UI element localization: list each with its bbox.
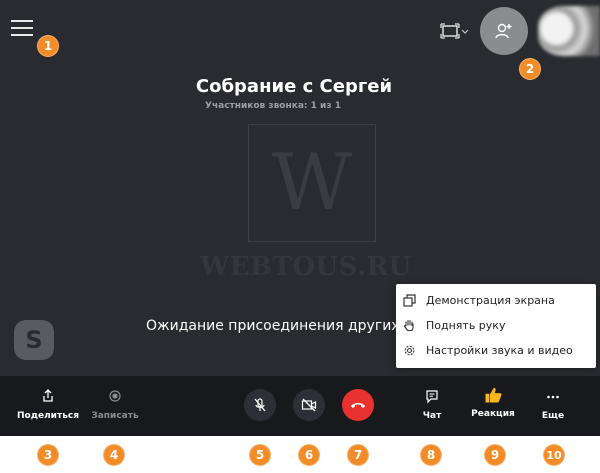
- watermark-box: W: [248, 124, 376, 242]
- callout-badge-1: 1: [37, 35, 59, 57]
- meeting-title: Собрание с Сергей: [195, 76, 393, 97]
- callout-badge-7: 7: [347, 444, 369, 466]
- menu-item-label: Настройки звука и видео: [426, 344, 573, 357]
- camera-toggle-button[interactable]: [293, 389, 325, 421]
- screen-share-icon: [403, 294, 416, 307]
- callout-badge-9: 9: [484, 444, 506, 466]
- hamburger-menu-button[interactable]: [11, 20, 33, 40]
- callout-badge-6: 6: [298, 444, 320, 466]
- add-participant-button[interactable]: [480, 7, 528, 55]
- thumbs-up-icon: [485, 387, 502, 403]
- menu-item-screen-share[interactable]: Демонстрация экрана: [396, 288, 596, 313]
- menu-item-raise-hand[interactable]: Поднять руку: [396, 313, 596, 338]
- chat-button[interactable]: Чат: [417, 376, 447, 436]
- chat-icon: [426, 390, 438, 404]
- share-button[interactable]: Поделиться: [17, 376, 79, 436]
- menu-item-label: Демонстрация экрана: [426, 294, 555, 307]
- callout-badge-4: 4: [103, 444, 125, 466]
- hang-up-button[interactable]: [342, 389, 374, 421]
- share-icon: [43, 389, 53, 402]
- layout-frame-icon: [440, 23, 469, 39]
- callout-badge-10: 10: [543, 444, 565, 466]
- callout-badge-5: 5: [249, 444, 271, 466]
- menu-line-icon: [11, 20, 33, 22]
- callout-badge-3: 3: [37, 444, 59, 466]
- skype-call-window: 1 2 Собрание с Сергей Участников звонка:…: [0, 0, 600, 473]
- menu-line-icon: [11, 34, 33, 36]
- menu-item-audio-video-settings[interactable]: Настройки звука и видео: [396, 338, 596, 363]
- call-stage: 1 2 Собрание с Сергей Участников звонка:…: [0, 0, 600, 376]
- callout-number-strip: 3 4 5 6 7 8 9 10: [0, 436, 600, 473]
- callout-badge-8: 8: [420, 444, 442, 466]
- share-label: Поделиться: [17, 411, 80, 421]
- watermark-letter: W: [271, 138, 353, 228]
- chat-label: Чат: [422, 411, 442, 421]
- waiting-message: Ожидание присоединения других уч: [146, 318, 421, 334]
- more-label: Еще: [541, 411, 565, 421]
- menu-item-label: Поднять руку: [426, 319, 506, 332]
- user-avatar[interactable]: [538, 6, 600, 56]
- record-icon: [109, 390, 121, 402]
- raise-hand-icon: [404, 319, 414, 332]
- more-dots-icon: [547, 395, 559, 399]
- camera-off-icon: [301, 398, 317, 412]
- hang-up-phone-icon: [351, 403, 365, 408]
- reaction-label: Реакция: [471, 409, 515, 419]
- participants-count: Участников звонка: 1 из 1: [205, 101, 341, 111]
- watermark-text: WEBTOUS.RU: [200, 252, 412, 282]
- menu-line-icon: [11, 27, 33, 29]
- more-button[interactable]: Еще: [538, 376, 568, 436]
- skype-logo-icon: S: [14, 320, 54, 360]
- record-button[interactable]: Записать: [91, 376, 139, 436]
- record-label: Записать: [91, 411, 139, 421]
- reaction-button[interactable]: Реакция: [470, 376, 516, 436]
- mic-off-icon: [254, 398, 266, 412]
- more-options-menu: Демонстрация экрана Поднять руку Настрой…: [396, 284, 596, 368]
- settings-gear-icon: [404, 345, 415, 356]
- layout-switch-button[interactable]: [440, 22, 470, 40]
- mute-microphone-button[interactable]: [244, 389, 276, 421]
- add-person-icon: [495, 23, 512, 39]
